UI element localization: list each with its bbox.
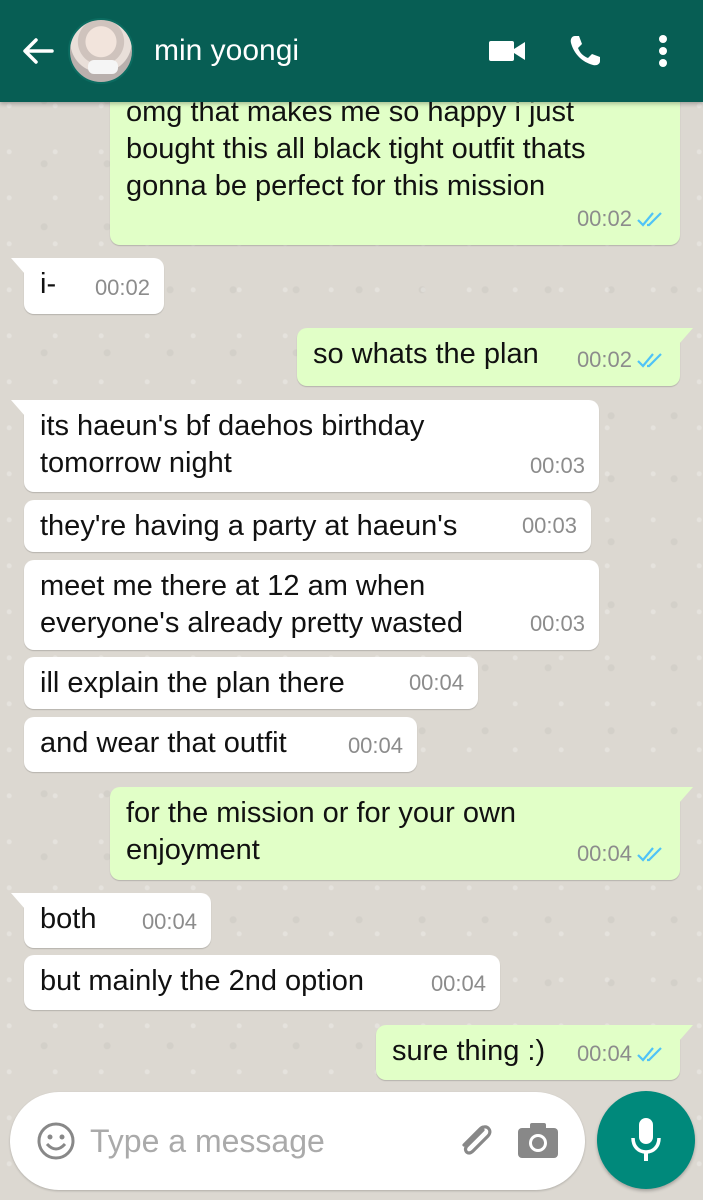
message-time: 00:03 [529,611,585,636]
message-bubble-incoming[interactable]: its haeun's bf daehos birthday tomorrow … [11,400,599,492]
message-text: both [40,903,97,935]
message-text: meet me there at 12 am when everyone's a… [40,570,464,639]
contact-name[interactable]: min yoongi [154,34,477,68]
message-composer[interactable]: Type a message [10,1092,585,1190]
message-text: and wear that outfit [40,727,287,759]
mic-icon [631,1118,661,1161]
read-ticks-icon [637,211,662,227]
message-bubble-outgoing[interactable]: sure thing :) 00:04 [376,1025,693,1080]
message-time: 00:04 [576,841,632,866]
message-meta: 00:04 [409,664,464,701]
message-bubble-incoming[interactable]: they're having a party at haeun's 00:03 [24,500,591,552]
message-text: its haeun's bf daehos birthday tomorrow … [40,410,425,479]
message-bubble-incoming[interactable]: and wear that outfit 00:04 [24,717,417,772]
message-meta: 00:03 [530,605,585,642]
message-time: 00:03 [529,453,585,478]
more-options-button[interactable] [633,21,693,81]
message-time: 00:04 [141,909,197,934]
back-arrow-icon [23,38,54,64]
message-bubble-incoming[interactable]: ill explain the plan there 00:04 [24,657,478,709]
message-meta: 00:04 [577,1035,666,1072]
avatar[interactable] [68,18,134,84]
message-meta: 00:04 [142,903,197,940]
chat-header: min yoongi [0,0,703,102]
mic-button[interactable] [597,1091,695,1189]
attach-icon[interactable] [453,1118,499,1164]
message-meta: 00:04 [431,965,486,1002]
message-input[interactable]: Type a message [90,1123,453,1160]
message-text: omg that makes me so happy i just bought… [126,96,586,202]
message-time: 00:04 [430,971,486,996]
message-time: 00:04 [347,733,403,758]
message-bubble-incoming[interactable]: but mainly the 2nd option 00:04 [24,955,500,1010]
message-bubble-incoming[interactable]: both 00:04 [11,893,211,948]
more-options-icon [659,35,667,67]
phone-icon [570,36,600,66]
message-text: so whats the plan [313,338,539,370]
message-text: they're having a party at haeun's [40,510,458,542]
message-time: 00:02 [576,347,632,372]
message-time: 00:02 [94,275,150,300]
message-meta: 00:02 [95,269,150,306]
message-bubble-incoming[interactable]: i- 00:02 [11,258,164,314]
message-time: 00:04 [408,670,464,695]
emoji-icon[interactable] [36,1121,76,1161]
message-time: 00:03 [521,513,577,538]
message-meta: 00:04 [348,727,403,764]
back-button[interactable] [8,21,68,81]
read-ticks-icon [637,352,662,368]
read-ticks-icon [637,1046,662,1062]
message-text: but mainly the 2nd option [40,965,365,997]
message-meta: 00:02 [577,200,666,237]
video-call-icon [489,41,525,61]
message-text: i- [40,268,57,300]
message-text: sure thing :) [392,1035,546,1067]
message-text: for the mission or for your own enjoymen… [126,797,517,866]
message-text: ill explain the plan there [40,667,345,699]
message-meta: 00:04 [577,835,666,872]
video-call-button[interactable] [477,21,537,81]
message-bubble-incoming[interactable]: meet me there at 12 am when everyone's a… [24,560,599,650]
message-meta: 00:02 [577,341,666,378]
message-bubble-outgoing[interactable]: for the mission or for your own enjoymen… [110,787,693,880]
voice-call-button[interactable] [555,21,615,81]
message-bubble-outgoing[interactable]: omg that makes me so happy i just bought… [110,80,693,245]
chat-area[interactable]: omg that makes me so happy i just bought… [0,0,703,1200]
message-bubble-outgoing[interactable]: so whats the plan 00:02 [297,328,693,386]
message-time: 00:02 [576,206,632,231]
message-time: 00:04 [576,1041,632,1066]
message-meta: 00:03 [522,507,577,544]
read-ticks-icon [637,846,662,862]
camera-icon[interactable] [515,1118,561,1164]
message-meta: 00:03 [530,447,585,484]
